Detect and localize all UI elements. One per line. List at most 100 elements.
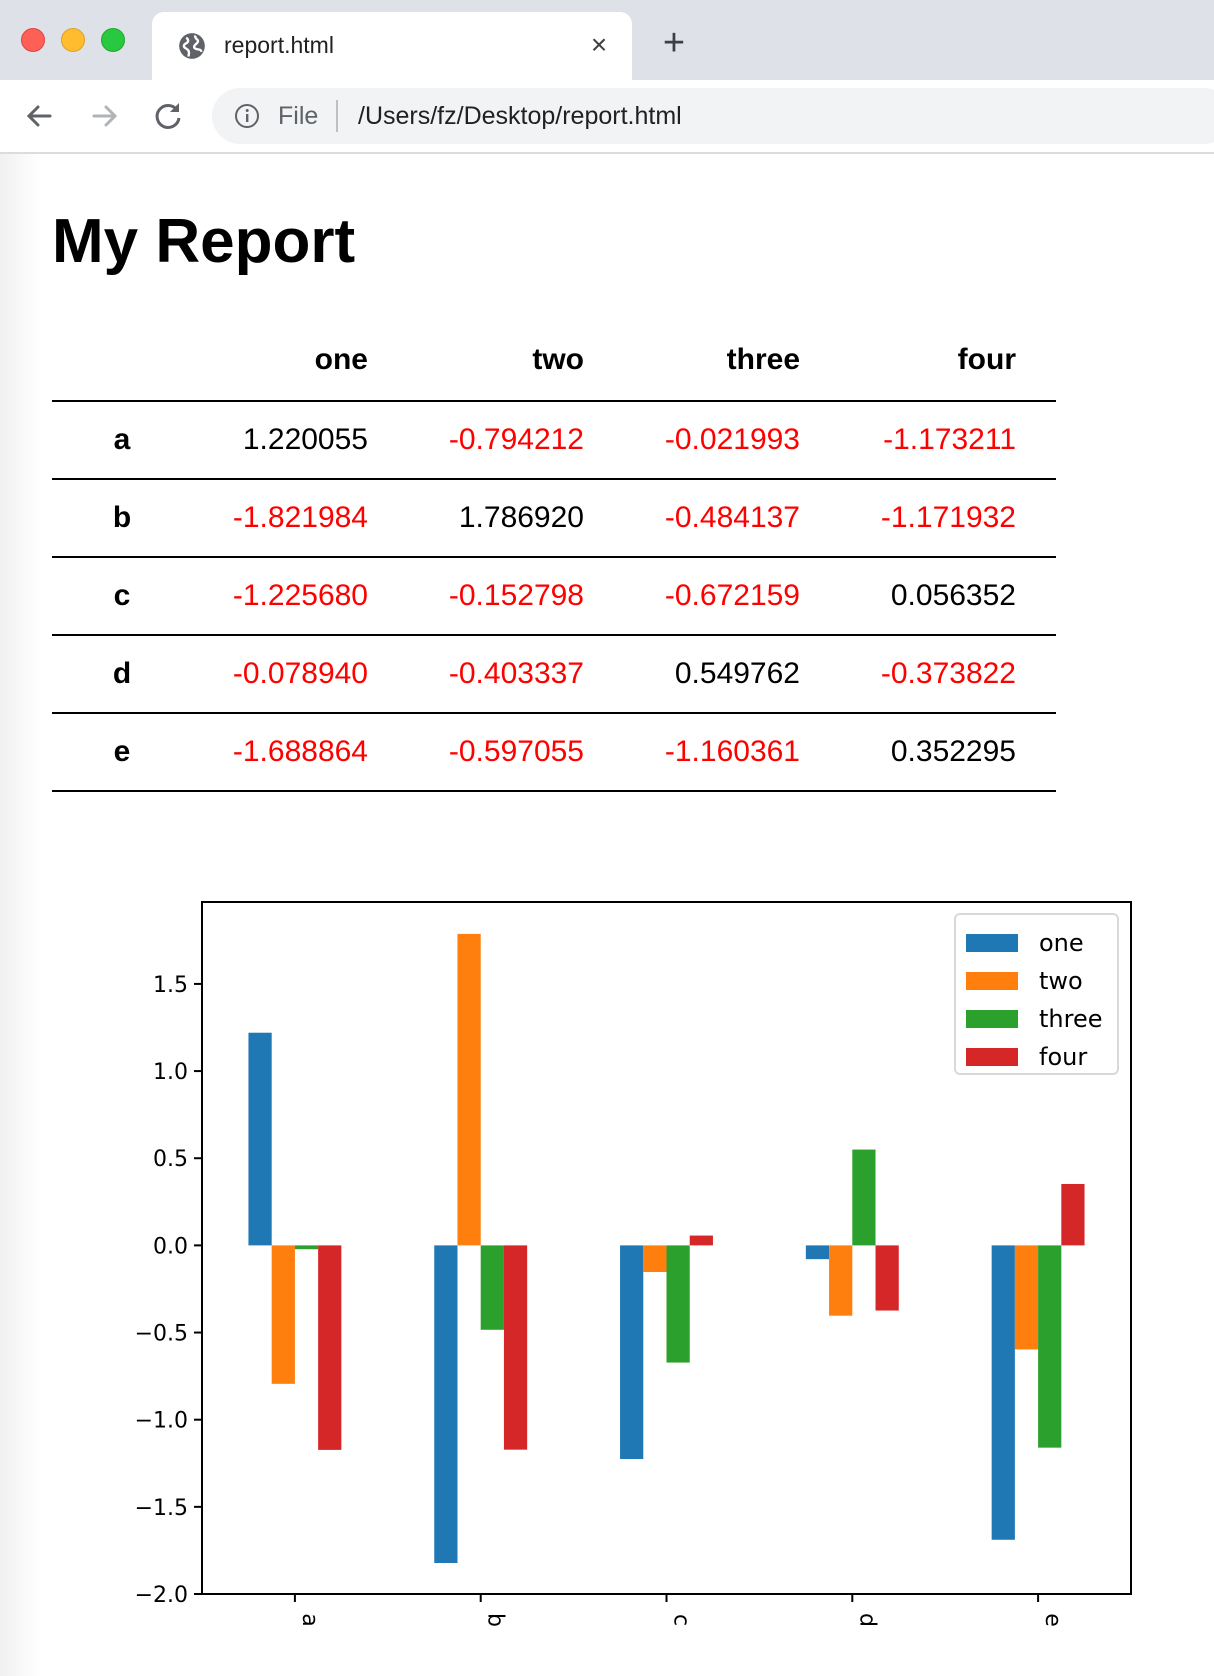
table-cell: 0.056352 xyxy=(890,579,1016,612)
y-tick-label: 1.0 xyxy=(153,1060,188,1085)
bar-three-a xyxy=(294,1245,319,1250)
bar-chart: −2.0 −1.5 −1.0 −0.5 0.0 0.5 1.0 1.5 a b c d e one two t… xyxy=(0,894,1214,1676)
tab-report[interactable]: report.html × xyxy=(152,12,632,80)
tab-title: report.html xyxy=(224,32,334,58)
page-content: My Report one two three four a 1.220055 -0… xyxy=(0,154,1214,1676)
url-text[interactable]: /Users/fz/Desktop/report.html xyxy=(358,102,682,131)
table-cell: -0.484137 xyxy=(664,501,800,534)
bar-chart-svg: −2.0 −1.5 −1.0 −0.5 0.0 0.5 1.0 1.5 a b c d e one two t… xyxy=(135,901,1132,1627)
row-index: e xyxy=(113,735,131,768)
bar-four-d xyxy=(875,1245,899,1311)
table-cell: 0.352295 xyxy=(890,735,1016,768)
y-tick-label: 0.0 xyxy=(153,1234,188,1259)
legend-swatch-four xyxy=(966,1048,1018,1066)
table-cell: -1.173211 xyxy=(883,423,1016,456)
table-row: b -1.821984 1.786920 -0.484137 -1.171932 xyxy=(52,479,1056,557)
legend-swatch-three xyxy=(966,1010,1018,1028)
row-index: b xyxy=(112,501,132,534)
y-tick-label: 0.5 xyxy=(153,1147,188,1172)
row-index: d xyxy=(112,657,132,690)
table-cell: -0.403337 xyxy=(448,657,584,690)
column-header: one xyxy=(192,320,408,402)
bar-four-b xyxy=(503,1245,528,1450)
address-bar[interactable]: File /Users/fz/Desktop/report.html xyxy=(212,88,1214,144)
table-row: a 1.220055 -0.794212 -0.021993 -1.173211 xyxy=(52,401,1056,479)
reload-icon[interactable] xyxy=(148,96,188,136)
bar-two-d xyxy=(829,1245,853,1316)
table-cell: 0.549762 xyxy=(674,657,800,690)
bar-four-e xyxy=(1061,1183,1085,1246)
x-tick-label: c xyxy=(669,1614,694,1626)
table-cell: -0.152798 xyxy=(448,579,584,612)
x-tick-label: b xyxy=(483,1613,508,1627)
table-cell: -0.672159 xyxy=(664,579,800,612)
table-cell: -1.160361 xyxy=(664,735,800,768)
column-header: two xyxy=(408,320,624,402)
table-cell: -0.021993 xyxy=(664,423,800,456)
legend-swatch-one xyxy=(966,934,1018,952)
column-header: four xyxy=(840,320,1056,402)
legend-label-two: two xyxy=(1039,967,1083,995)
bar-three-e xyxy=(1038,1245,1062,1448)
bar-four-c xyxy=(689,1235,713,1246)
bar-three-d xyxy=(852,1149,876,1246)
table-cell: -1.225680 xyxy=(232,579,368,612)
bar-one-e xyxy=(991,1245,1015,1540)
table-cell: -0.373822 xyxy=(880,657,1016,690)
table-cell: -1.171932 xyxy=(880,501,1016,534)
bar-one-c xyxy=(620,1245,644,1460)
new-tab-button[interactable]: + xyxy=(656,24,692,62)
scheme-label: File xyxy=(278,102,319,130)
x-tick-label: a xyxy=(297,1613,322,1626)
row-index: c xyxy=(113,579,131,612)
forward-arrow-icon[interactable] xyxy=(84,96,124,136)
table-cell: 1.220055 xyxy=(242,423,368,456)
data-table: one two three four a 1.220055 -0.794212 -0.… xyxy=(52,320,1056,792)
x-tick-label: e xyxy=(1040,1613,1065,1627)
legend-swatch-two xyxy=(966,972,1018,990)
browser-toolbar: File /Users/fz/Desktop/report.html xyxy=(0,80,1214,154)
legend-label-one: one xyxy=(1039,929,1084,957)
table-row: c -1.225680 -0.152798 -0.672159 0.056352 xyxy=(52,557,1056,635)
tab-close-icon[interactable]: × xyxy=(584,30,614,60)
y-tick-label: 1.5 xyxy=(153,973,188,998)
minimize-window-button[interactable] xyxy=(61,28,85,52)
table-cell: -1.821984 xyxy=(232,501,368,534)
page-title: My Report xyxy=(52,207,356,276)
back-arrow-icon[interactable] xyxy=(20,96,60,136)
maximize-window-button[interactable] xyxy=(101,28,125,52)
table-cell: -1.688864 xyxy=(232,735,368,768)
bar-two-e xyxy=(1014,1245,1039,1350)
table-header-row: one two three four xyxy=(52,320,1056,402)
table-cell: -0.597055 xyxy=(448,735,584,768)
globe-icon xyxy=(179,33,205,59)
legend-label-three: three xyxy=(1039,1005,1103,1033)
info-icon[interactable] xyxy=(234,103,260,129)
bar-two-a xyxy=(271,1245,295,1384)
row-index: a xyxy=(113,423,131,456)
y-tick-label: −2.0 xyxy=(135,1583,188,1608)
y-tick-label: −0.5 xyxy=(135,1322,188,1347)
bar-one-a xyxy=(248,1032,272,1246)
table-row: e -1.688864 -0.597055 -1.160361 0.352295 xyxy=(52,713,1056,791)
column-header: three xyxy=(624,320,840,402)
bar-three-b xyxy=(480,1245,504,1330)
y-tick-label: −1.5 xyxy=(135,1496,188,1521)
table-cell: -0.794212 xyxy=(448,423,584,456)
y-tick-label: −1.0 xyxy=(135,1409,188,1434)
x-tick-label: d xyxy=(854,1613,879,1627)
table-row: d -0.078940 -0.403337 0.549762 -0.373822 xyxy=(52,635,1056,713)
bar-two-c xyxy=(643,1245,667,1273)
omnibox-separator xyxy=(336,100,338,132)
legend-label-four: four xyxy=(1039,1043,1087,1071)
close-window-button[interactable] xyxy=(21,28,45,52)
bar-four-a xyxy=(318,1245,342,1450)
bar-two-b xyxy=(457,933,481,1246)
bar-one-d xyxy=(805,1245,830,1260)
bar-one-b xyxy=(434,1245,458,1563)
bar-three-c xyxy=(666,1245,690,1363)
index-header xyxy=(52,320,192,402)
table-cell: 1.786920 xyxy=(458,501,584,534)
table-cell: -0.078940 xyxy=(232,657,368,690)
tab-strip: report.html × + xyxy=(0,0,1214,80)
